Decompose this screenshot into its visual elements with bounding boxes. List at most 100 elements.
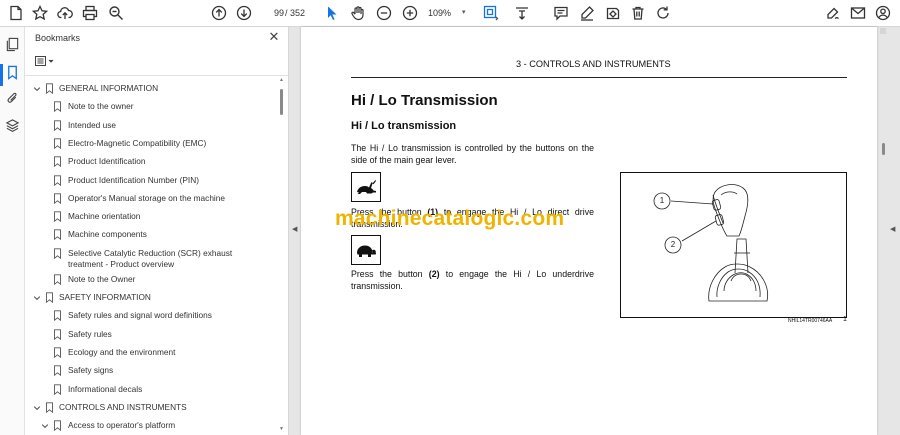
chevron-down-icon[interactable] xyxy=(33,85,41,93)
bookmark-scroll-thumb[interactable] xyxy=(280,89,283,115)
bookmark-flag-icon xyxy=(53,138,62,150)
comment-icon[interactable] xyxy=(551,4,571,22)
bookmark-flag-icon xyxy=(53,229,62,241)
bookmark-label: GENERAL INFORMATION xyxy=(59,83,159,93)
page-total: / 352 xyxy=(285,8,306,18)
turtle-slow-icon xyxy=(351,235,381,265)
delete-trash-icon[interactable] xyxy=(628,4,648,22)
bookmark-label: SAFETY INFORMATION xyxy=(59,292,151,302)
bookmarks-panel: Bookmarks ✕ GENERAL INFORMATION Note to t… xyxy=(25,27,289,435)
scroll-up-arrow-icon[interactable]: ▲ xyxy=(279,77,284,83)
collapse-panel-left-icon[interactable]: ◀ xyxy=(292,225,297,233)
bookmark-flag-icon xyxy=(53,383,62,395)
bookmark-label: Informational decals xyxy=(68,383,143,394)
attachments-paperclip-icon[interactable] xyxy=(5,91,20,106)
bookmark-flag-icon xyxy=(53,101,62,113)
header-rule xyxy=(351,77,847,78)
mail-icon[interactable] xyxy=(848,4,868,22)
bookmark-flag-icon xyxy=(53,365,62,377)
bookmark-flag-icon xyxy=(53,347,62,359)
rail-selection-indicator xyxy=(0,64,3,86)
intro-paragraph: The Hi / Lo transmission is controlled b… xyxy=(351,143,594,165)
draw-freehand-icon[interactable] xyxy=(603,4,623,22)
bookmark-scrollbar[interactable]: ▲ ▼ xyxy=(279,77,285,433)
bookmark-flag-icon xyxy=(53,248,62,259)
upload-cloud-icon[interactable] xyxy=(55,4,75,22)
previous-page-icon[interactable] xyxy=(209,4,229,22)
bookmark-label: Product Identification xyxy=(68,156,146,167)
account-avatar-icon[interactable] xyxy=(873,4,893,22)
rabbit-fast-icon xyxy=(351,172,381,202)
fit-page-icon[interactable] xyxy=(481,4,501,22)
bookmark-flag-icon xyxy=(53,211,62,223)
bookmark-label: Product Identification Number (PIN) xyxy=(68,174,199,185)
page-number-input[interactable]: 99 xyxy=(262,5,284,21)
bookmark-flag-icon xyxy=(53,193,62,204)
scroll-down-arrow-icon[interactable]: ▼ xyxy=(279,426,284,432)
bookmark-label: Machine components xyxy=(68,229,147,240)
zoom-dropdown-caret[interactable]: ▾ xyxy=(462,5,466,21)
zoom-out-icon[interactable] xyxy=(374,4,394,22)
bookmark-label: Operator's Manual storage on the machine xyxy=(68,192,226,203)
bookmark-tree: GENERAL INFORMATION Note to the owner Inte… xyxy=(25,79,279,435)
layers-icon[interactable] xyxy=(5,118,20,133)
document-page: 3 - CONTROLS AND INSTRUMENTS Hi / Lo Tra… xyxy=(301,27,877,435)
bookmark-flag-icon xyxy=(53,310,62,322)
hand-pan-icon[interactable] xyxy=(348,4,368,22)
gear-lever-figure: 1 2 xyxy=(620,172,847,318)
bookmark-label: Intended use xyxy=(68,119,116,130)
bookmark-label: CONTROLS AND INSTRUMENTS xyxy=(59,401,187,412)
bookmark-flag-icon xyxy=(53,156,62,168)
highlight-pen-icon[interactable] xyxy=(577,4,597,22)
bookmark-label: Machine orientation xyxy=(68,211,141,222)
bookmark-flag-icon xyxy=(53,328,62,340)
figure-number: 1 xyxy=(843,316,847,323)
bookmark-label: Safety rules and signal word definitions xyxy=(68,310,212,321)
section-header: 3 - CONTROLS AND INSTRUMENTS xyxy=(516,59,671,69)
figure-code: NHIL14TR00746AA xyxy=(788,318,833,324)
collapse-panel-right-icon[interactable]: ◀ xyxy=(890,225,895,233)
bookmark-star-icon[interactable] xyxy=(30,4,50,22)
rotate-icon[interactable] xyxy=(653,4,673,22)
close-icon[interactable]: ✕ xyxy=(267,30,281,44)
bookmark-flag-icon xyxy=(45,83,54,95)
home-icon[interactable] xyxy=(6,4,26,22)
chevron-down-icon[interactable] xyxy=(33,404,41,412)
callout-1: 1 xyxy=(659,196,665,205)
zoom-search-icon[interactable] xyxy=(106,4,126,22)
sign-link-icon[interactable] xyxy=(823,4,843,22)
bookmark-flag-icon xyxy=(53,274,62,285)
bookmark-flag-icon xyxy=(45,402,54,413)
select-cursor-icon[interactable] xyxy=(322,4,342,22)
bookmark-label: Electro-Magnetic Compatibility (EMC) xyxy=(68,137,207,148)
bookmarks-panel-icon[interactable] xyxy=(5,65,20,80)
watermark-text: machinecatalogic.com xyxy=(335,207,565,230)
bookmark-flag-icon xyxy=(53,174,62,186)
pages-thumbnail-icon[interactable] xyxy=(5,37,20,52)
page-subtitle: Hi / Lo transmission xyxy=(351,120,457,132)
panel-divider xyxy=(25,75,288,76)
print-icon[interactable] xyxy=(80,4,100,22)
chevron-down-icon[interactable] xyxy=(33,294,41,302)
bookmark-label: Access to operator's platform xyxy=(68,420,176,431)
bookmark-options-icon[interactable] xyxy=(35,55,57,69)
main-toolbar: 99 / 352 109% ▾ xyxy=(0,0,900,27)
document-scroll-thumb[interactable] xyxy=(882,143,885,155)
callout-2: 2 xyxy=(670,240,676,249)
bookmark-label: Note to the owner xyxy=(68,101,134,112)
bookmark-label: Note to the Owner xyxy=(68,273,136,284)
gear-lever-illustration xyxy=(653,184,769,302)
bookmark-label: Safety signs xyxy=(68,365,114,376)
bookmark-label: Ecology and the environment xyxy=(68,346,176,357)
bookmark-label: Safety rules xyxy=(68,328,112,339)
underdrive-paragraph: Press the button (2) to engage the Hi / … xyxy=(351,269,594,291)
chevron-down-icon[interactable] xyxy=(41,422,49,430)
bookmarks-panel-title: Bookmarks xyxy=(35,33,81,43)
bookmark-flag-icon xyxy=(53,420,62,432)
scroll-mode-icon[interactable] xyxy=(512,4,532,22)
next-page-icon[interactable] xyxy=(234,4,254,22)
zoom-in-icon[interactable] xyxy=(400,4,420,22)
document-scroll-up[interactable] xyxy=(880,28,886,34)
navigation-rail xyxy=(0,27,25,435)
bookmark-label: Selective Catalytic Reduction (SCR) exha… xyxy=(68,247,233,269)
